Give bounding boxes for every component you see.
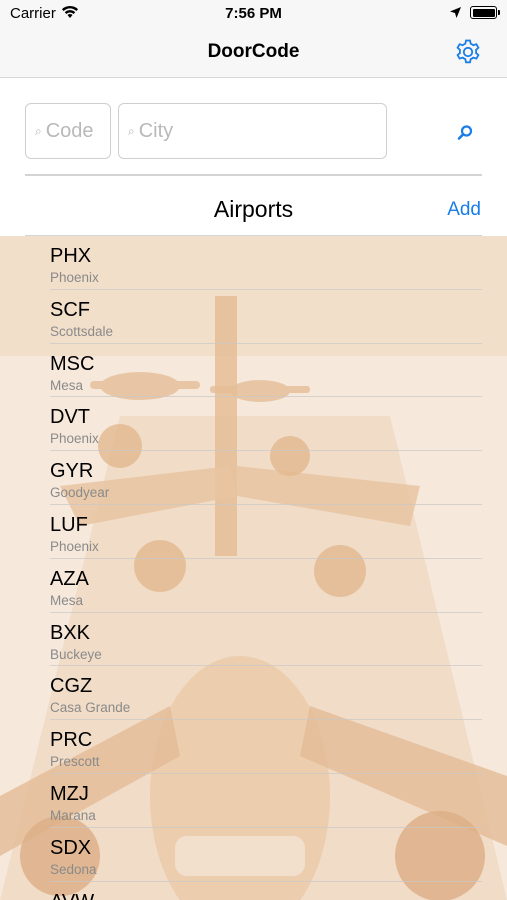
airport-row[interactable]: PHX Phoenix: [0, 236, 507, 290]
code-search-field[interactable]: ⌕: [25, 103, 111, 159]
city-input[interactable]: [138, 119, 386, 143]
airport-code: DVT: [50, 406, 90, 429]
search-panel: ⌕ ⌕ Airports Add: [0, 78, 507, 236]
search-glyph-icon: ⌕: [128, 123, 135, 138]
airport-city: Phoenix: [50, 538, 99, 554]
airport-row[interactable]: SDX Sedona: [0, 828, 507, 882]
add-airport-button[interactable]: Add: [447, 199, 481, 221]
airport-list: PHX Phoenix SCF Scottsdale MSC Mesa DVT Phoenix…: [0, 236, 507, 900]
airport-row[interactable]: SCF Scottsdale: [0, 290, 507, 344]
airport-code: GYR: [50, 460, 94, 483]
gear-icon[interactable]: [454, 38, 482, 66]
airport-row[interactable]: GYR Goodyear: [0, 451, 507, 505]
airport-city: Sedona: [50, 861, 97, 877]
airport-city: Goodyear: [50, 485, 110, 501]
airport-row[interactable]: BXK Buckeye: [0, 613, 507, 667]
airport-code: BXK: [50, 621, 91, 644]
airport-code: CGZ: [50, 675, 93, 698]
airport-city: Phoenix: [50, 431, 99, 447]
airport-city: Scottsdale: [50, 323, 114, 339]
nav-title: DoorCode: [207, 41, 300, 62]
code-input[interactable]: [45, 119, 110, 143]
divider: [25, 174, 482, 176]
airport-code: SDX: [50, 836, 92, 859]
airport-row[interactable]: MZJ Marana: [0, 774, 507, 828]
airport-city: Phoenix: [50, 270, 99, 285]
status-bar: Carrier 7:56 PM: [0, 0, 507, 28]
airport-city: Casa Grande: [50, 700, 131, 716]
section-title: Airports: [213, 196, 294, 222]
location-arrow-icon: [450, 7, 461, 18]
navigation-bar: DoorCode: [0, 28, 507, 78]
airport-city: Marana: [50, 807, 96, 823]
airport-city: Mesa: [50, 377, 84, 393]
airport-city: Buckeye: [50, 646, 102, 662]
airport-code: MZJ: [50, 782, 89, 805]
airport-city: Prescott: [50, 754, 100, 770]
airport-row[interactable]: LUF Phoenix: [0, 505, 507, 559]
search-icon[interactable]: [455, 123, 475, 143]
airport-row[interactable]: PRC Prescott: [0, 720, 507, 774]
search-glyph-icon: ⌕: [35, 123, 42, 138]
airport-code: PHX: [50, 245, 92, 267]
airport-code: MSC: [50, 352, 95, 375]
airport-city: Mesa: [50, 592, 84, 608]
airport-code: AVW: [50, 891, 94, 900]
airport-code: SCF: [50, 298, 90, 321]
airport-row[interactable]: MSC Mesa: [0, 344, 507, 398]
battery-icon: [470, 6, 500, 19]
airport-code: PRC: [50, 729, 93, 752]
status-right-group: [449, 6, 500, 19]
airport-code: LUF: [50, 513, 88, 536]
status-time: 7:56 PM: [225, 5, 282, 22]
airport-code: AZA: [50, 567, 89, 590]
airport-row[interactable]: CGZ Casa Grande: [0, 666, 507, 720]
city-search-field[interactable]: ⌕: [118, 103, 387, 159]
airport-row[interactable]: DVT Phoenix: [0, 397, 507, 451]
airport-row[interactable]: AZA Mesa: [0, 559, 507, 613]
airport-row[interactable]: AVW: [0, 882, 507, 900]
